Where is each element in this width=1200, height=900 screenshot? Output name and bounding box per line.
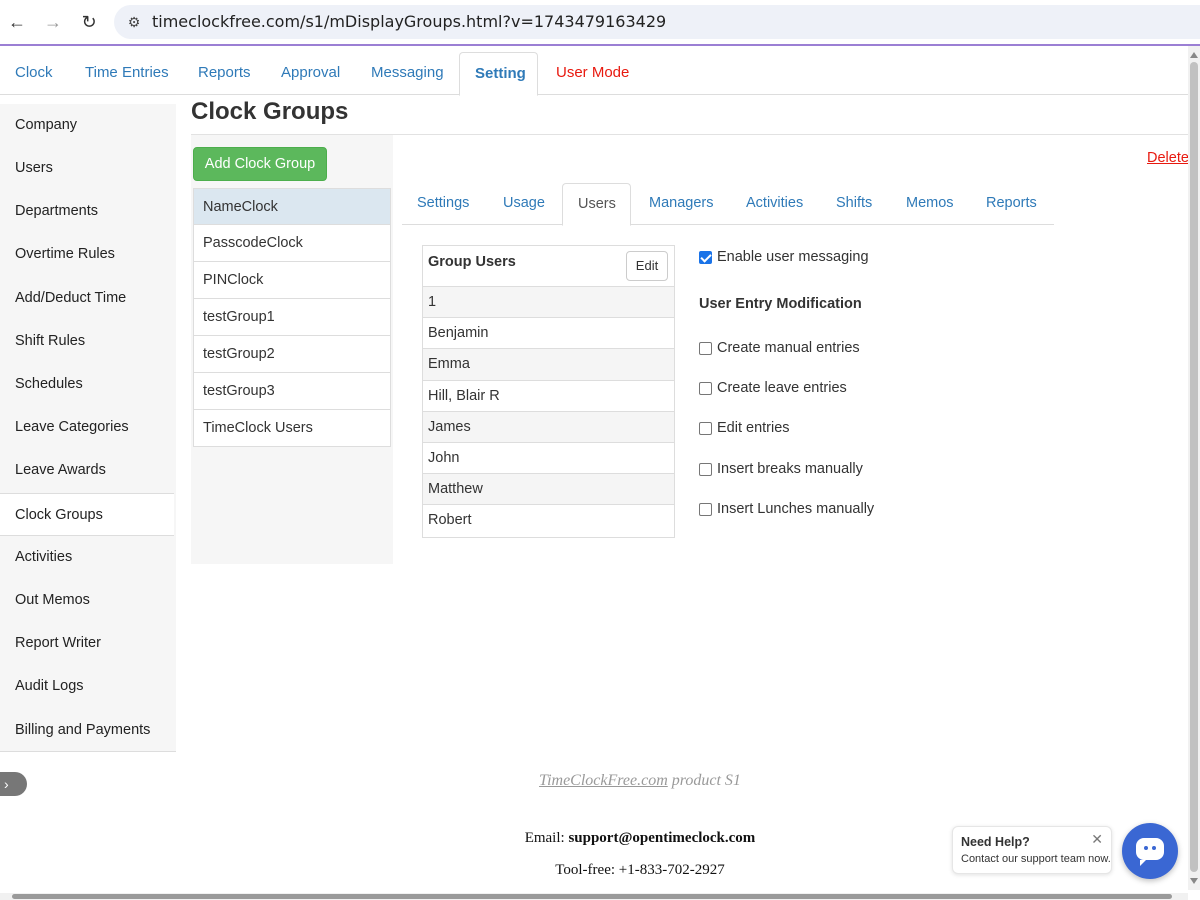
- footer-product-link[interactable]: TimeClockFree.com: [539, 772, 668, 789]
- horizontal-scroll-thumb[interactable]: [12, 894, 1172, 899]
- sidebar-item-schedules[interactable]: Schedules: [0, 363, 176, 406]
- scroll-up-icon[interactable]: [1190, 52, 1198, 58]
- table-row: Matthew: [423, 474, 674, 506]
- insert-breaks-option: Insert breaks manually: [699, 461, 863, 477]
- footer-email-label: Email:: [524, 830, 569, 846]
- subtab-reports[interactable]: Reports: [971, 183, 1052, 225]
- group-item-testgroup2[interactable]: testGroup2: [193, 336, 391, 373]
- group-users-table: Group Users Edit 1 Benjamin Emma Hill, B…: [422, 245, 675, 538]
- tab-time-entries[interactable]: Time Entries: [70, 52, 184, 95]
- sidebar-item-audit-logs[interactable]: Audit Logs: [0, 665, 176, 708]
- enable-messaging-label: Enable user messaging: [717, 249, 869, 265]
- subtab-users[interactable]: Users: [562, 183, 631, 226]
- sidebar-item-add-deduct-time[interactable]: Add/Deduct Time: [0, 277, 176, 320]
- forward-arrow-icon[interactable]: →: [41, 10, 65, 34]
- table-row: James: [423, 411, 674, 443]
- footer-product-suffix: product S1: [667, 772, 741, 789]
- chat-bubble-icon: [1136, 838, 1164, 866]
- create-leave-label: Create leave entries: [717, 380, 847, 396]
- create-manual-label: Create manual entries: [717, 340, 860, 356]
- footer-email-address[interactable]: support@opentimeclock.com: [568, 830, 755, 846]
- tab-messaging[interactable]: Messaging: [356, 52, 459, 95]
- tab-user-mode[interactable]: User Mode: [541, 52, 644, 95]
- group-item-timeclock-users[interactable]: TimeClock Users: [193, 410, 391, 447]
- sidebar-item-out-memos[interactable]: Out Memos: [0, 579, 176, 622]
- sidebar-item-activities[interactable]: Activities: [0, 536, 176, 579]
- group-item-testgroup1[interactable]: testGroup1: [193, 299, 391, 336]
- back-arrow-icon[interactable]: ←: [5, 10, 29, 34]
- help-subtitle: Contact our support team now.: [961, 853, 1111, 865]
- table-row: 1: [423, 287, 674, 319]
- subtab-shifts[interactable]: Shifts: [821, 183, 887, 225]
- browser-toolbar: ← → ↻ ⚙ timeclockfree.com/s1/mDisplayGro…: [0, 0, 1200, 46]
- tab-approval[interactable]: Approval: [266, 52, 355, 95]
- help-title: Need Help?: [961, 835, 1030, 849]
- group-list: NameClock PasscodeClock PINClock testGro…: [193, 188, 391, 447]
- sidebar-item-billing[interactable]: Billing and Payments: [0, 709, 176, 752]
- url-text[interactable]: timeclockfree.com/s1/mDisplayGroups.html…: [152, 12, 666, 31]
- close-icon[interactable]: ✕: [1091, 831, 1103, 848]
- site-settings-icon[interactable]: ⚙: [124, 12, 144, 32]
- page-title: Clock Groups: [191, 98, 349, 125]
- table-row: Robert: [423, 505, 674, 537]
- table-row: Emma: [423, 349, 674, 381]
- sidebar-item-company[interactable]: Company: [0, 104, 176, 147]
- insert-lunches-option: Insert Lunches manually: [699, 501, 874, 517]
- subtab-usage[interactable]: Usage: [488, 183, 560, 225]
- subtab-memos[interactable]: Memos: [891, 183, 969, 225]
- vertical-scroll-thumb[interactable]: [1190, 62, 1198, 872]
- reload-icon[interactable]: ↻: [77, 10, 101, 34]
- edit-entries-checkbox[interactable]: [699, 421, 712, 435]
- group-item-nameclock[interactable]: NameClock: [193, 188, 391, 225]
- horizontal-scrollbar[interactable]: [0, 893, 1188, 900]
- address-bar[interactable]: ⚙ timeclockfree.com/s1/mDisplayGroups.ht…: [114, 5, 1200, 39]
- create-manual-checkbox[interactable]: [699, 341, 712, 355]
- enable-messaging-option: Enable user messaging: [699, 249, 869, 265]
- sidebar-item-clock-groups[interactable]: Clock Groups: [0, 493, 174, 536]
- group-item-testgroup3[interactable]: testGroup3: [193, 373, 391, 410]
- scroll-down-icon[interactable]: [1190, 878, 1198, 884]
- insert-lunches-checkbox[interactable]: [699, 502, 712, 516]
- user-entry-modification-heading: User Entry Modification: [699, 296, 862, 312]
- table-row: Hill, Blair R: [423, 380, 674, 412]
- enable-messaging-checkbox[interactable]: [699, 250, 712, 264]
- create-leave-option: Create leave entries: [699, 380, 847, 396]
- top-nav-tabs: Clock Time Entries Reports Approval Mess…: [0, 52, 1200, 96]
- tab-reports[interactable]: Reports: [183, 52, 266, 95]
- tab-setting[interactable]: Setting: [459, 52, 538, 96]
- sidebar-item-shift-rules[interactable]: Shift Rules: [0, 320, 176, 363]
- sidebar-item-report-writer[interactable]: Report Writer: [0, 622, 176, 665]
- vertical-scrollbar[interactable]: [1188, 46, 1200, 890]
- insert-breaks-label: Insert breaks manually: [717, 461, 863, 477]
- group-item-passcodeclock[interactable]: PasscodeClock: [193, 225, 391, 262]
- delete-link[interactable]: Delete: [1147, 150, 1189, 166]
- tab-clock[interactable]: Clock: [0, 52, 68, 95]
- add-clock-group-button[interactable]: Add Clock Group: [193, 147, 327, 181]
- subtab-managers[interactable]: Managers: [634, 183, 728, 225]
- group-users-title: Group Users: [428, 254, 516, 270]
- sidebar-item-leave-categories[interactable]: Leave Categories: [0, 406, 176, 449]
- table-row: Benjamin: [423, 318, 674, 350]
- subtab-activities[interactable]: Activities: [731, 183, 818, 225]
- group-detail-tabs: Settings Usage Users Managers Activities…: [402, 183, 1054, 226]
- insert-lunches-label: Insert Lunches manually: [717, 501, 875, 517]
- footer-product: TimeClockFree.com product S1: [0, 772, 1200, 790]
- settings-sidebar: Company Users Departments Overtime Rules…: [0, 104, 176, 752]
- create-leave-checkbox[interactable]: [699, 381, 712, 395]
- sidebar-item-leave-awards[interactable]: Leave Awards: [0, 449, 176, 492]
- group-item-pinclock[interactable]: PINClock: [193, 262, 391, 299]
- sidebar-item-users[interactable]: Users: [0, 147, 176, 190]
- create-manual-option: Create manual entries: [699, 340, 860, 356]
- edit-entries-label: Edit entries: [717, 420, 790, 436]
- table-row: John: [423, 442, 674, 475]
- group-users-header: Group Users Edit: [423, 246, 674, 287]
- edit-users-button[interactable]: Edit: [626, 251, 668, 281]
- sidebar-item-overtime-rules[interactable]: Overtime Rules: [0, 233, 176, 276]
- sidebar-item-departments[interactable]: Departments: [0, 190, 176, 233]
- help-popup[interactable]: Need Help? Contact our support team now.…: [952, 826, 1112, 874]
- insert-breaks-checkbox[interactable]: [699, 462, 712, 476]
- subtab-settings[interactable]: Settings: [402, 183, 484, 225]
- edit-entries-option: Edit entries: [699, 420, 790, 436]
- chat-support-button[interactable]: [1122, 823, 1178, 879]
